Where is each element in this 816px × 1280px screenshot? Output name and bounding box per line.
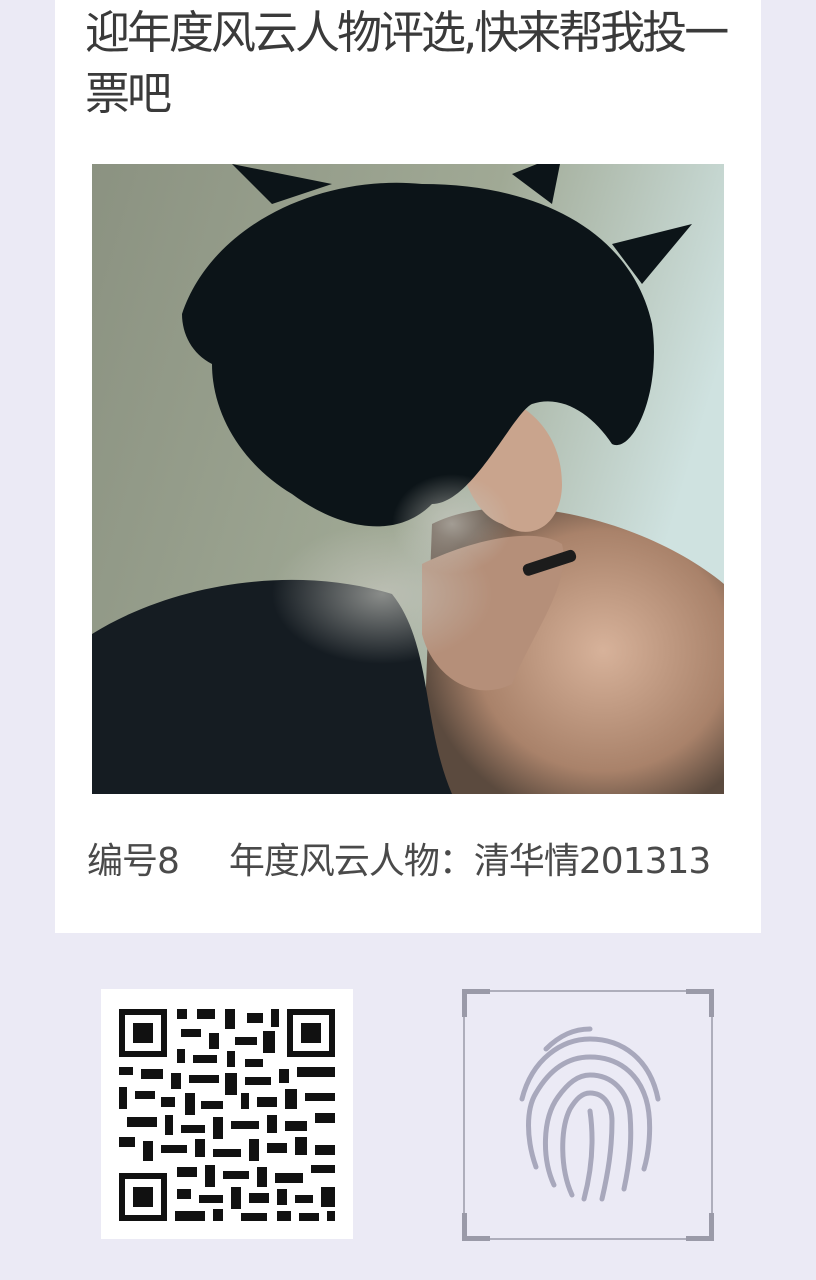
candidate-number: 编号8 <box>87 841 180 882</box>
profile-photo[interactable] <box>92 164 724 794</box>
fingerprint-scan-area[interactable] <box>461 988 715 1242</box>
post-headline: 迎年度风云人物评选,快来帮我投一票吧 <box>85 6 729 120</box>
candidate-title: 年度风云人物：清华情201313 <box>228 841 711 882</box>
qr-code[interactable] <box>101 989 353 1239</box>
photo-illustration <box>92 164 724 794</box>
scan-frame <box>461 988 715 1242</box>
qr-code-icon <box>119 1009 335 1221</box>
candidate-caption: 编号8 年度风云人物：清华情201313 <box>87 832 757 884</box>
fingerprint-icon <box>519 1026 661 1202</box>
post-card: 迎年度风云人物评选,快来帮我投一票吧 编号8 年度风云人物：清华情201313 <box>55 0 761 933</box>
